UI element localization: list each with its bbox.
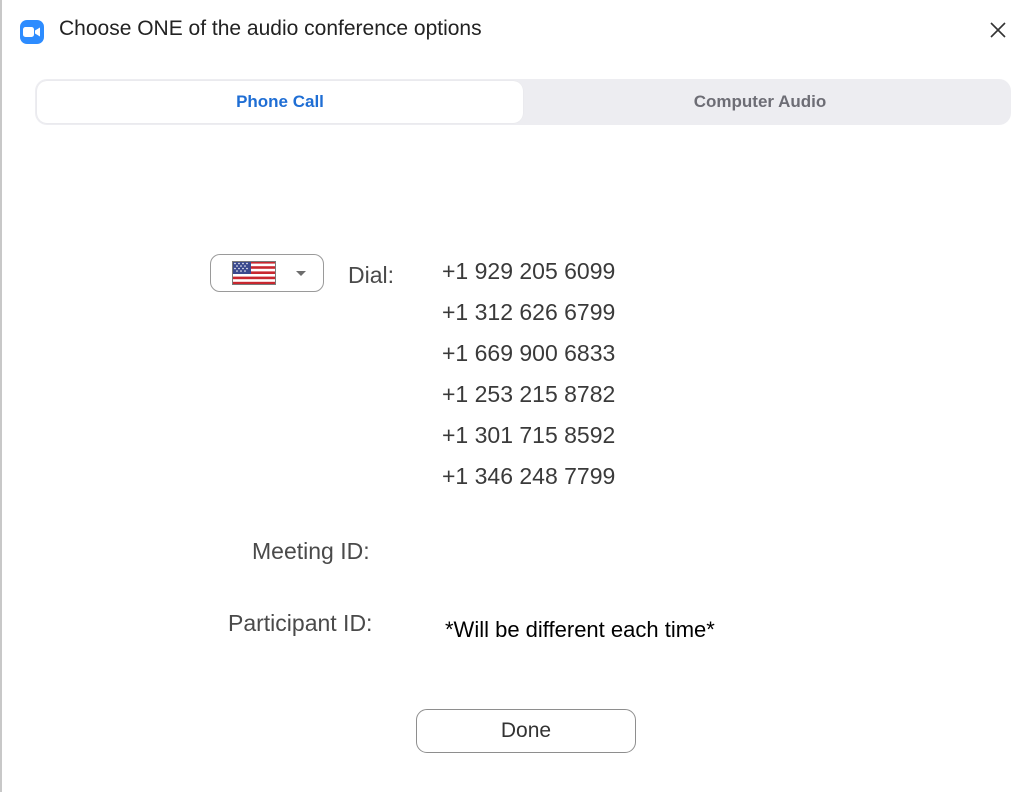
dial-number: +1 929 205 6099	[442, 258, 616, 284]
close-icon	[990, 22, 1006, 38]
dial-number-list: +1 929 205 6099 +1 312 626 6799 +1 669 9…	[442, 254, 615, 500]
chevron-down-icon	[296, 271, 306, 276]
us-flag-icon	[232, 261, 276, 285]
tab-phone-call[interactable]: Phone Call	[37, 81, 523, 123]
dial-number: +1 253 215 8782	[442, 381, 616, 407]
participant-id-label: Participant ID:	[228, 610, 373, 636]
dial-number: +1 301 715 8592	[442, 422, 616, 448]
window-title: Choose ONE of the audio conference optio…	[59, 17, 482, 40]
close-button[interactable]	[988, 16, 1010, 44]
dial-number: +1 312 626 6799	[442, 299, 616, 325]
meeting-id-label: Meeting ID:	[252, 538, 370, 564]
country-dropdown[interactable]	[210, 254, 324, 292]
dial-label: Dial:	[348, 262, 395, 288]
audio-options-dialog: Choose ONE of the audio conference optio…	[0, 0, 1011, 792]
title-bar: Choose ONE of the audio conference optio…	[2, 0, 1011, 62]
participant-id-value: *Will be different each time*	[445, 617, 715, 642]
audio-mode-tabs: Phone Call Computer Audio	[35, 79, 1011, 125]
zoom-app-icon	[20, 20, 44, 44]
done-button[interactable]: Done	[416, 709, 636, 753]
dial-number: +1 669 900 6833	[442, 340, 616, 366]
dial-number: +1 346 248 7799	[442, 463, 616, 489]
tab-computer-audio[interactable]: Computer Audio	[525, 79, 995, 125]
